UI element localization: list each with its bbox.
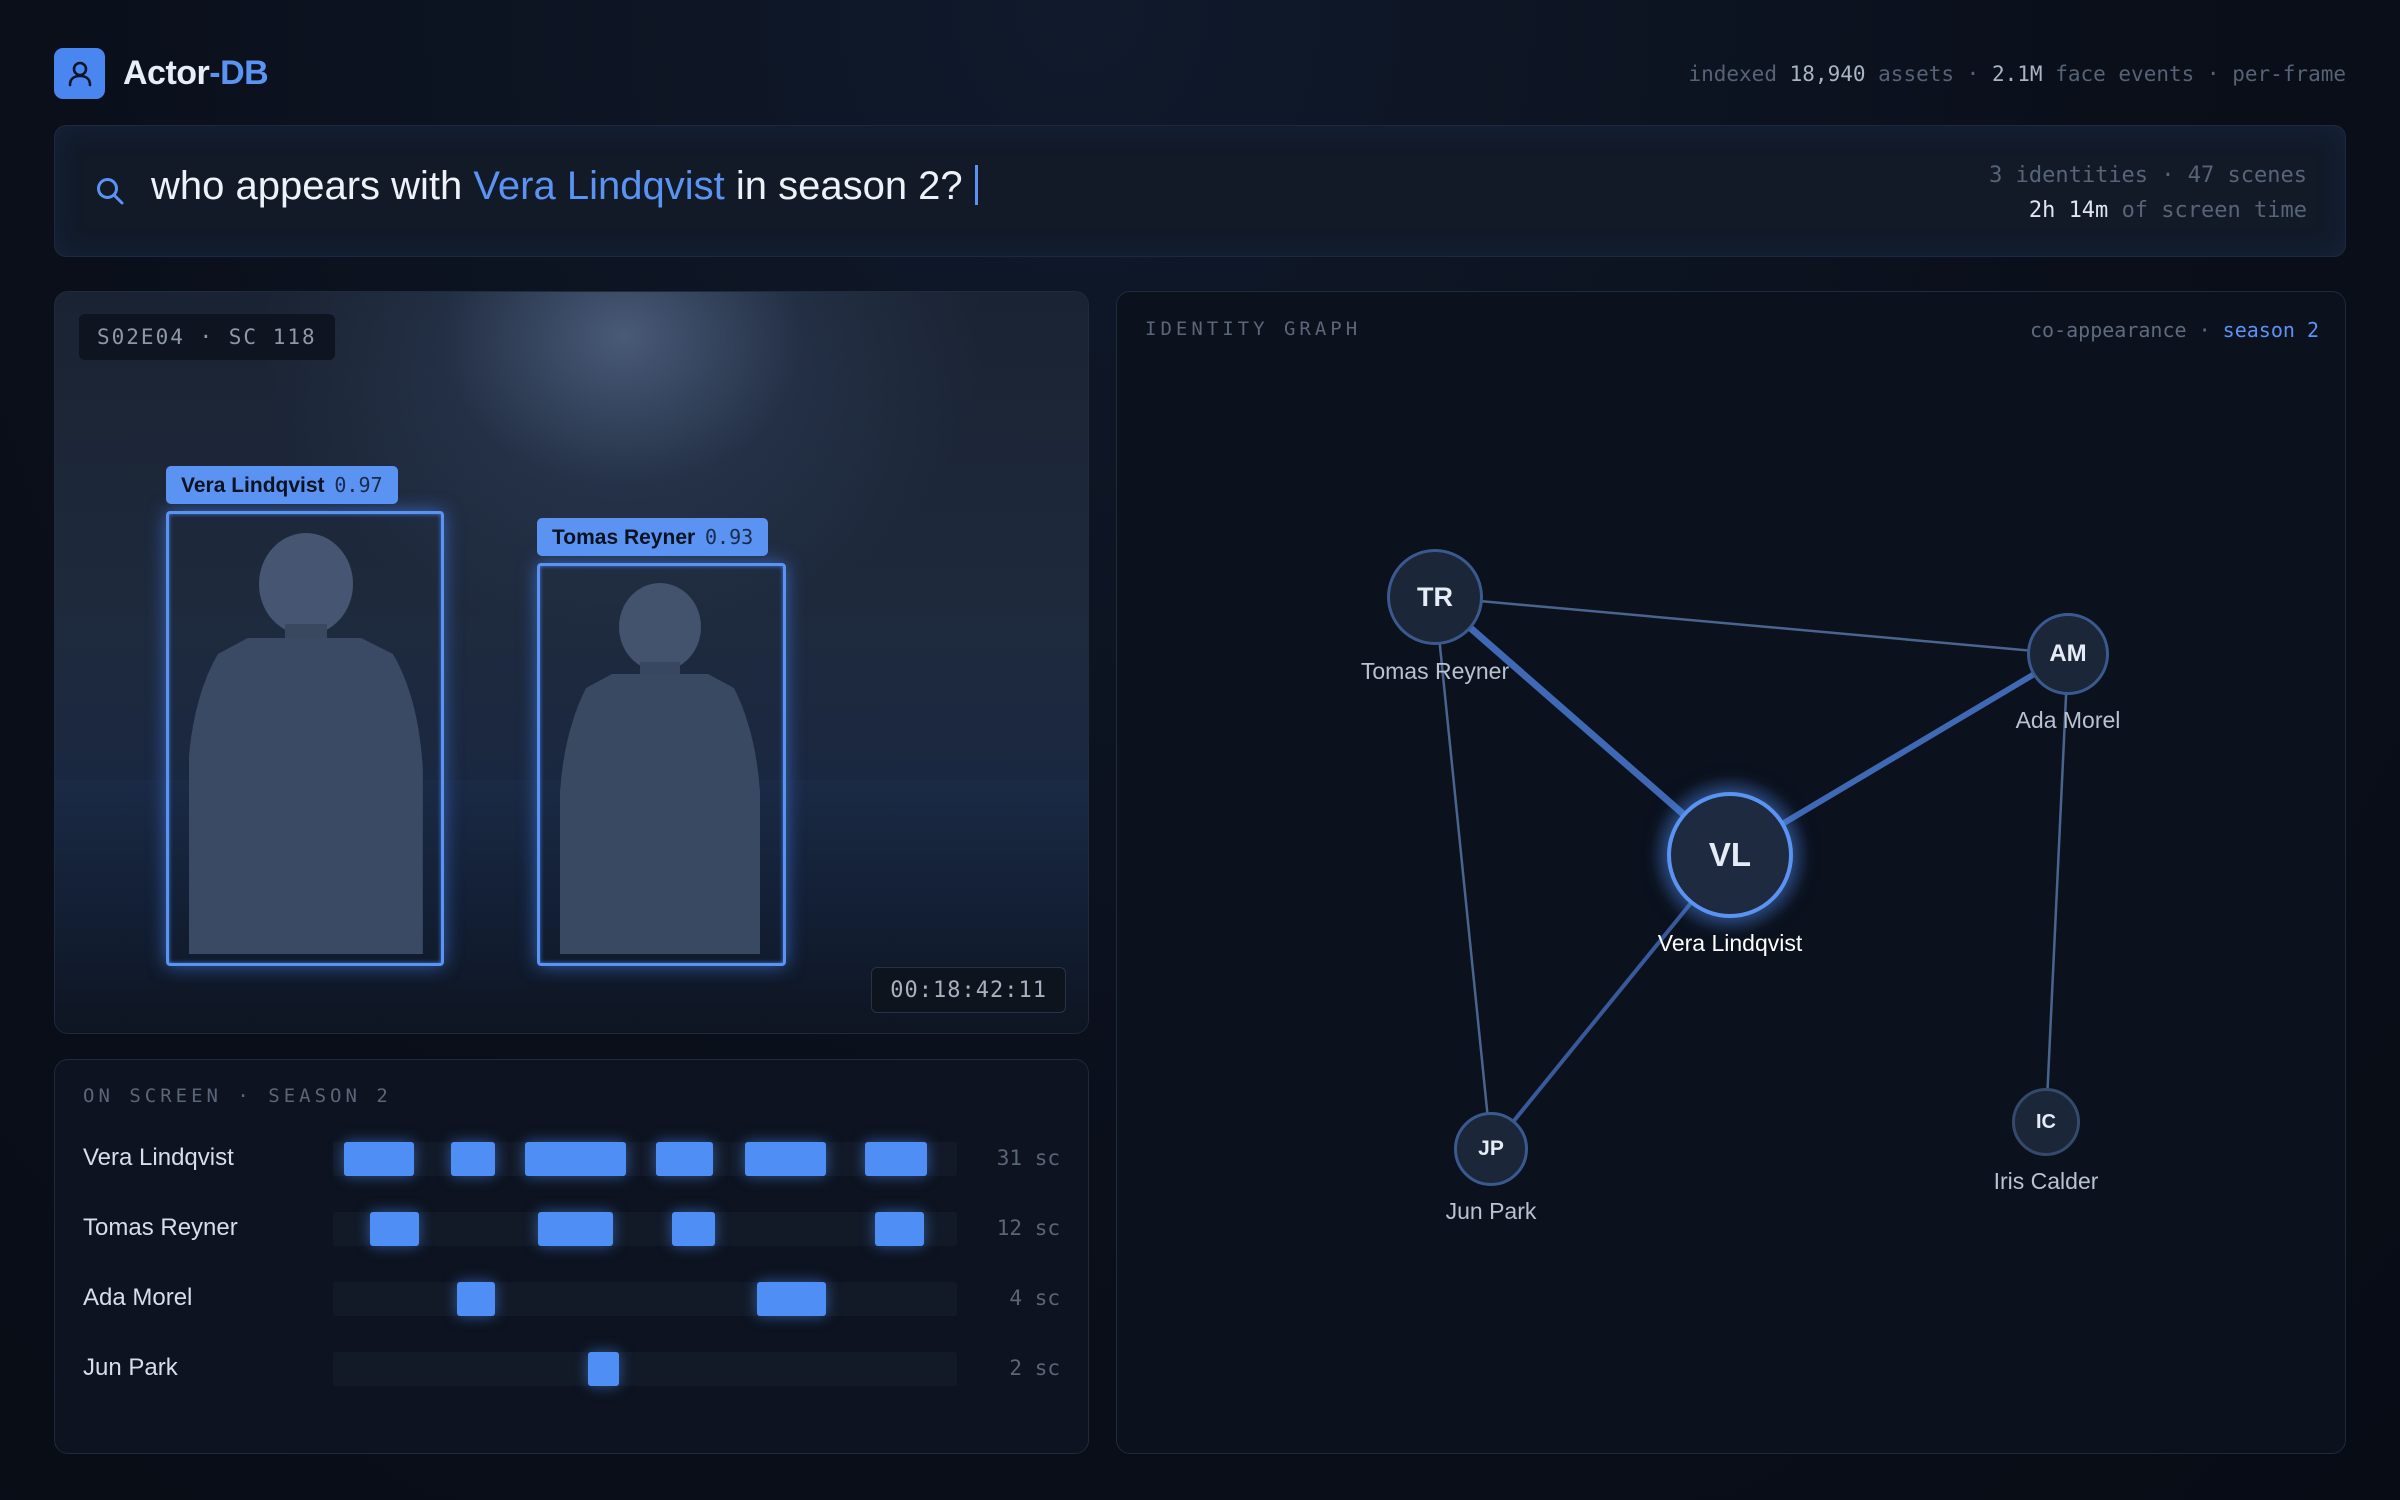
graph-node-label: Tomas Reyner	[1360, 658, 1510, 684]
face-label-tomas: Tomas Reyner 0.93	[537, 518, 769, 556]
query-text-after: in season 2?	[735, 164, 963, 208]
appearance-segment[interactable]	[538, 1212, 613, 1246]
screen-time-label: of screen time	[2121, 198, 2307, 223]
search-bar[interactable]: who appears with Vera Lindqvist in seaso…	[54, 125, 2346, 257]
graph-node-label: Vera Lindqvist	[1657, 930, 1803, 956]
on-screen-title: ON SCREEN · SEASON 2	[83, 1085, 392, 1107]
face-label-name: Tomas Reyner	[552, 526, 696, 549]
graph-node-ic[interactable]: IC	[2012, 1088, 2080, 1156]
face-label-confidence: 0.97	[334, 473, 383, 497]
app-title-part2: -DB	[209, 54, 269, 92]
graph-node-label: Iris Calder	[1993, 1168, 2099, 1194]
face-box-tomas[interactable]	[537, 563, 786, 966]
graph-node-label: Ada Morel	[2015, 707, 2121, 733]
appearance-segment[interactable]	[370, 1212, 419, 1246]
graph-node-label: Jun Park	[1445, 1198, 1537, 1224]
assets-label: assets ·	[1878, 62, 1980, 86]
edge-tr-am	[1434, 595, 2069, 656]
appearance-segment[interactable]	[757, 1282, 826, 1316]
graph-node-jp[interactable]: JP	[1454, 1112, 1528, 1186]
text-caret	[974, 165, 978, 205]
face-label-name: Vera Lindqvist	[181, 474, 325, 497]
person-icon[interactable]	[54, 48, 105, 99]
app-title: Actor-DB	[123, 54, 269, 93]
graph-node-tr[interactable]: TR	[1387, 549, 1483, 645]
search-icon[interactable]	[95, 176, 125, 206]
appearance-segment[interactable]	[525, 1142, 626, 1176]
timeline-track[interactable]	[333, 1282, 957, 1316]
appearance-segment[interactable]	[656, 1142, 713, 1176]
events-count: 2.1M	[1991, 62, 2043, 86]
assets-count: 18,940	[1789, 62, 1866, 86]
search-result-summary: 3 identities · 47 scenes 2h 14m of scree…	[1989, 158, 2307, 228]
app-header: Actor-DB indexed 18,940 assets · 2.1M fa…	[54, 48, 2346, 100]
graph-node-am[interactable]: AM	[2027, 613, 2109, 695]
timeline-row-name: Jun Park	[83, 1354, 178, 1381]
events-label: face events · per-frame	[2055, 62, 2346, 86]
screen-time: 2h 14m of screen time	[1989, 193, 2307, 228]
face-label-vera: Vera Lindqvist 0.97	[166, 466, 398, 504]
graph-node-vl[interactable]: VL	[1667, 792, 1793, 918]
timeline-track[interactable]	[333, 1352, 957, 1386]
scene-chip: S02E04 · SC 118	[79, 314, 335, 360]
timeline-row-count: 4 sc	[1009, 1286, 1060, 1310]
timeline-row-count: 2 sc	[1009, 1356, 1060, 1380]
timeline-row-name: Vera Lindqvist	[83, 1144, 234, 1171]
search-input[interactable]: who appears with Vera Lindqvist in seaso…	[151, 164, 978, 209]
appearance-segment[interactable]	[344, 1142, 414, 1176]
stats-prefix: indexed	[1688, 62, 1777, 86]
result-counts: 3 identities · 47 scenes	[1989, 163, 2307, 188]
appearance-segment[interactable]	[865, 1142, 927, 1176]
face-box-vera[interactable]	[166, 511, 444, 966]
appearance-segment[interactable]	[457, 1282, 495, 1316]
query-text-before: who appears with	[151, 164, 463, 208]
timeline-track[interactable]	[333, 1142, 957, 1176]
appearance-segment[interactable]	[875, 1212, 924, 1246]
appearance-segment[interactable]	[451, 1142, 495, 1176]
timeline-track[interactable]	[333, 1212, 957, 1246]
timeline-row-count: 12 sc	[996, 1216, 1060, 1240]
identity-graph-panel[interactable]: IDENTITY GRAPH co-appearance · season 2 …	[1116, 291, 2346, 1454]
appearance-segment[interactable]	[745, 1142, 826, 1176]
appearance-segment[interactable]	[672, 1212, 715, 1246]
screen-time-value: 2h 14m	[2028, 198, 2109, 223]
query-highlighted-name: Vera Lindqvist	[473, 164, 725, 208]
app-title-part1: Actor	[123, 54, 210, 92]
timeline-row-name: Ada Morel	[83, 1284, 193, 1311]
video-frame-panel[interactable]: S02E04 · SC 118 Vera Lindqvist 0.97 Toma…	[54, 291, 1089, 1034]
appearance-segment[interactable]	[588, 1352, 619, 1386]
timeline-row-name: Tomas Reyner	[83, 1214, 238, 1241]
on-screen-panel: ON SCREEN · SEASON 2 Vera Lindqvist 31 s…	[54, 1059, 1089, 1454]
index-stats: indexed 18,940 assets · 2.1M face events…	[1688, 62, 2346, 86]
timecode: 00:18:42:11	[871, 967, 1066, 1013]
face-label-confidence: 0.93	[705, 525, 754, 549]
timeline-row-count: 31 sc	[996, 1146, 1060, 1170]
